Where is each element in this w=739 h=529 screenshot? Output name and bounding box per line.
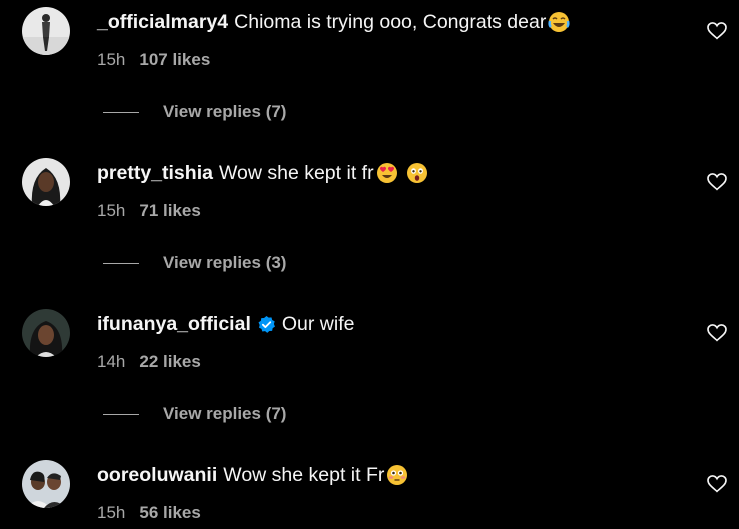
replies-divider [103, 111, 139, 113]
avatar[interactable] [22, 7, 70, 55]
heart-outline-icon[interactable] [707, 22, 727, 40]
view-replies-label: View replies (7) [163, 404, 287, 423]
comment-username[interactable]: ifunanya_official [97, 311, 251, 337]
comment-text: Our wife [281, 313, 355, 335]
comment-body: ifunanya_official Our wife [97, 311, 354, 337]
replies-divider [103, 262, 139, 264]
comment-meta: 15h 71 likes [97, 200, 201, 222]
comment-body: pretty_tishia Wow she kept it fr [97, 160, 428, 186]
comment-likes[interactable]: 56 likes [139, 503, 200, 522]
comment-time: 15h [97, 201, 126, 220]
comment-time: 15h [97, 50, 126, 69]
comment-meta: 15h 56 likes [97, 502, 201, 524]
laughing-tears-emoji [548, 11, 570, 33]
comment-body: ooreoluwanii Wow she kept it Fr [97, 462, 408, 488]
comment-meta: 15h 107 likes [97, 49, 210, 71]
verified-badge-icon [257, 315, 276, 334]
comment-username[interactable]: ooreoluwanii [97, 462, 217, 488]
flushed-emoji [386, 464, 408, 486]
comment-likes[interactable]: 71 likes [139, 201, 200, 220]
comment-text: Wow she kept it Fr [223, 464, 385, 486]
comment-text: Wow she kept it fr [218, 162, 374, 184]
astonished-emoji [406, 162, 428, 184]
heart-outline-icon[interactable] [707, 173, 727, 191]
heart-outline-icon[interactable] [707, 475, 727, 493]
comment-time: 14h [97, 352, 126, 371]
avatar[interactable] [22, 158, 70, 206]
view-replies-label: View replies (3) [163, 253, 287, 272]
replies-divider [103, 413, 139, 415]
comment-meta: 14h 22 likes [97, 351, 201, 373]
heart-outline-icon[interactable] [707, 324, 727, 342]
avatar[interactable] [22, 309, 70, 357]
heart-eyes-emoji [376, 162, 398, 184]
comment-body: _officialmary4 Chioma is trying ooo, Con… [97, 9, 570, 35]
view-replies-button[interactable]: View replies (7) [103, 404, 286, 424]
avatar[interactable] [22, 460, 70, 508]
comment-time: 15h [97, 503, 126, 522]
comment-username[interactable]: pretty_tishia [97, 160, 213, 186]
view-replies-button[interactable]: View replies (3) [103, 253, 286, 273]
comment-likes[interactable]: 22 likes [139, 352, 200, 371]
comment-likes[interactable]: 107 likes [139, 50, 210, 69]
comment-text: Chioma is trying ooo, Congrats dear [234, 11, 547, 33]
view-replies-label: View replies (7) [163, 102, 287, 121]
comment-username[interactable]: _officialmary4 [97, 9, 228, 35]
view-replies-button[interactable]: View replies (7) [103, 102, 286, 122]
